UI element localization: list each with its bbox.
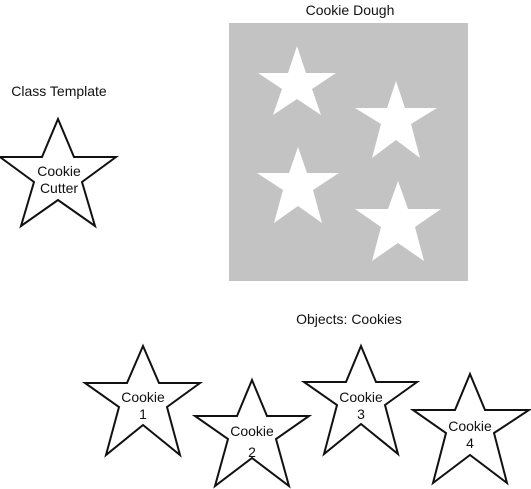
cookie-2-label-line1: Cookie [230,423,274,439]
cookie-1-label-line2: 1 [139,406,147,422]
cookie-cutter-diagram: Cookie Dough Class Template Cookie Cutte… [0,2,531,489]
cookie-1-label-line1: Cookie [121,389,165,405]
cookie-4-label-line2: 4 [466,435,474,451]
cookie-4-label-line1: Cookie [448,418,492,434]
cookie-cutter-label-line1: Cookie [37,163,81,179]
cookie-2-label-line2: 2 [248,444,256,460]
objects-title: Objects: Cookies [296,311,402,327]
cookie-3-label-line1: Cookie [339,389,383,405]
cookie-cutter-label-line2: Cutter [40,180,78,196]
cookie-3-label-line2: 3 [357,406,365,422]
dough-title: Cookie Dough [306,2,395,18]
template-title: Class Template [11,83,107,99]
cookie-dough-sheet [229,23,468,281]
